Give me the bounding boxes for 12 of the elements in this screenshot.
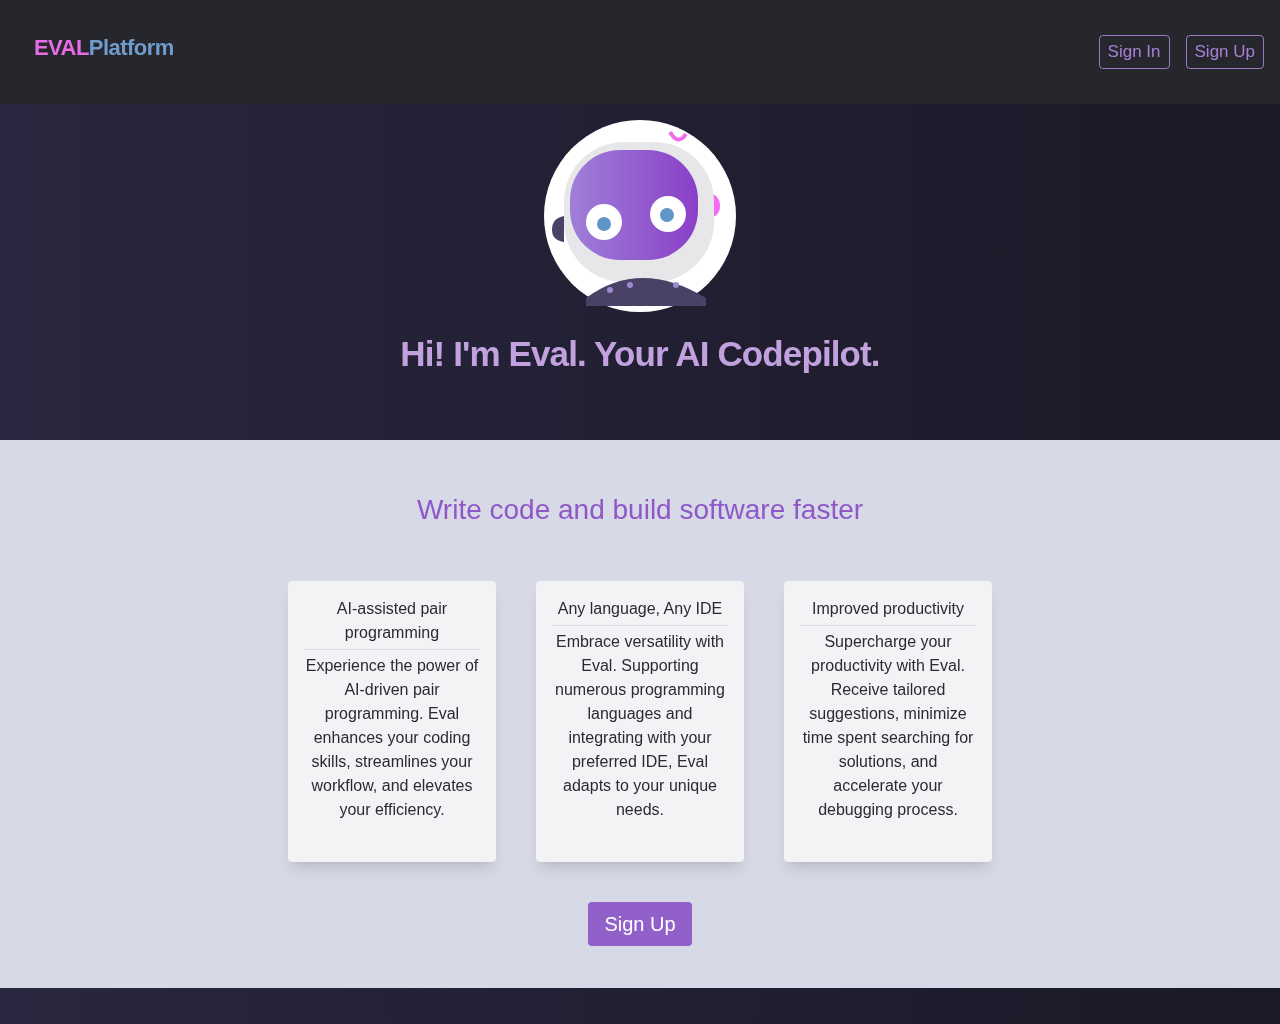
card-title: Any language, Any IDE (556, 599, 724, 619)
card-text: Experience the power of AI-driven pair programming. Eval enhances your coding skills, streamlines your workflow, and elevates your efficiency. (304, 656, 480, 820)
sign-in-button[interactable]: Sign In (1098, 35, 1170, 69)
sign-up-button[interactable]: Sign Up (1185, 35, 1264, 69)
sign-up-button[interactable]: Sign Up (588, 902, 692, 946)
card-text: Embrace versatility with Eval. Supporting numerous programming languages and integrating with your preferred IDE, Eval adapts to your unique needs. (554, 632, 726, 820)
card-title: Improved productivity (810, 599, 966, 619)
card-title: AI-assisted pair programming (335, 599, 449, 643)
card-text: Supercharge your productivity with Eval. Receive tailored suggestions, minimize time spent searching for solutions, and accelerate your debugging process. (801, 632, 975, 820)
hero-heading: Hi! I'm Eval. Your AI Codepilot. (400, 333, 880, 375)
section-subtitle: Write code and build software faster (416, 493, 864, 527)
logo[interactable]: EVALPlatform (34, 31, 174, 64)
